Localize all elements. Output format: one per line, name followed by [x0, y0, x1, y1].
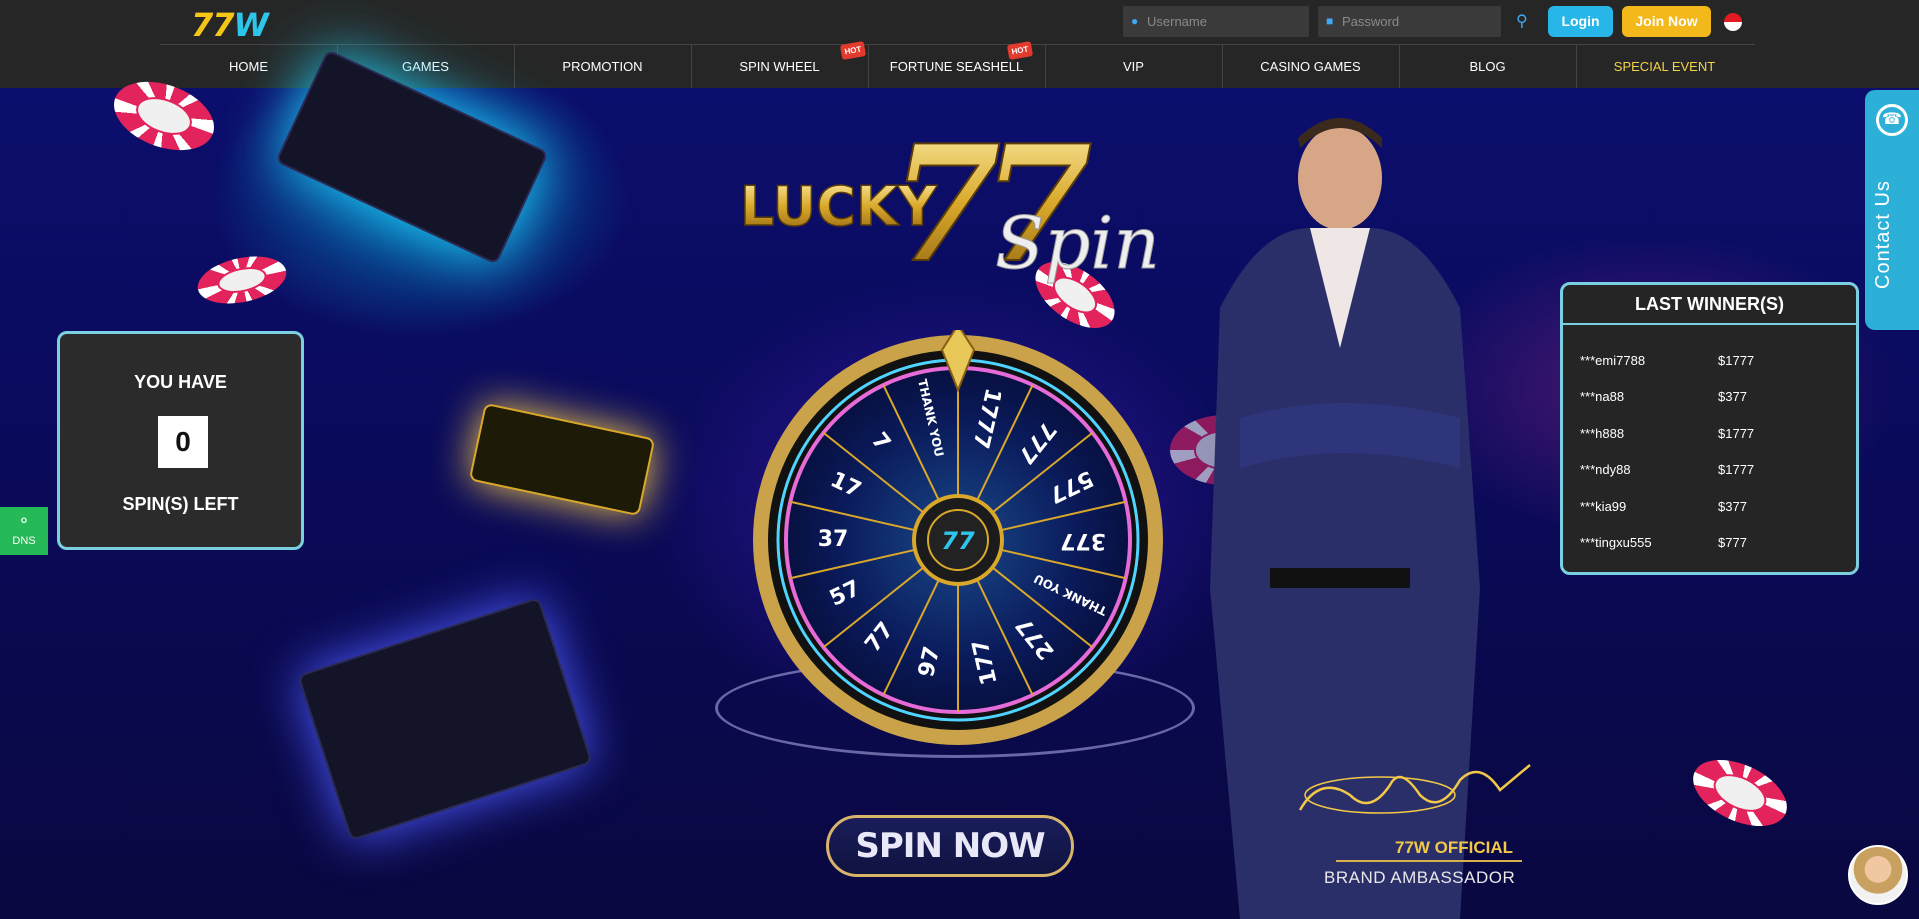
dns-label: DNS — [12, 535, 36, 547]
nav-casino-games[interactable]: CASINO GAMES — [1222, 45, 1400, 89]
winners-title: LAST WINNER(S) — [1563, 285, 1856, 325]
ambassador-signature — [1298, 764, 1531, 814]
title-spin-text: Spin — [995, 201, 1160, 285]
nav-vip[interactable]: VIP — [1045, 45, 1223, 89]
spins-label-top: YOU HAVE — [134, 372, 227, 392]
winner-name: ***emi7788 — [1580, 353, 1646, 368]
nav-blog[interactable]: BLOG — [1399, 45, 1577, 89]
live-chat-avatar[interactable] — [1848, 845, 1908, 905]
spins-count: 0 — [158, 416, 208, 468]
contact-us-label[interactable]: Contact Us — [1872, 160, 1912, 310]
nav-label: CASINO GAMES — [1260, 59, 1361, 74]
nav-spin-wheel[interactable]: SPIN WHEEL HOT — [691, 41, 869, 89]
wheel-hub-logo: 77 — [941, 527, 975, 555]
site-logo[interactable]: 77W — [191, 6, 269, 44]
ambassador-belt — [1270, 568, 1410, 588]
username-input[interactable]: ● Username — [1123, 6, 1309, 37]
wheel-segment-label: 377 — [1060, 528, 1106, 553]
username-placeholder: Username — [1147, 14, 1207, 29]
winner-amount: $1777 — [1718, 426, 1755, 441]
winner-amount: $377 — [1718, 499, 1747, 514]
logo-text: 77 — [191, 6, 235, 44]
winner-name: ***ndy88 — [1580, 462, 1631, 477]
winner-row: ***ndy88 $1777 — [1563, 460, 1856, 480]
nav-label: PROMOTION — [562, 59, 643, 74]
last-winners-panel: LAST WINNER(S) ***emi7788 $1777 ***na88 $3… — [1560, 282, 1859, 575]
ambassador-title: 77W OFFICIAL — [1395, 838, 1514, 857]
winner-name: ***kia99 — [1580, 499, 1627, 514]
language-flag-icon[interactable] — [1724, 13, 1742, 31]
whatsapp-icon[interactable]: ☎ — [1876, 104, 1908, 136]
nav-label: HOME — [229, 59, 268, 74]
ambassador-subtitle: BRAND AMBASSADOR — [1324, 868, 1516, 887]
nav-label: VIP — [1123, 59, 1144, 74]
spins-label-bottom: SPIN(S) LEFT — [122, 494, 239, 514]
nav-label: SPECIAL EVENT — [1613, 59, 1716, 74]
winner-name: ***na88 — [1580, 389, 1625, 404]
dns-unlock-tab[interactable]: ⚬ DNS — [0, 507, 48, 555]
spins-left-panel: YOU HAVE 0 SPIN(S) LEFT — [57, 331, 304, 550]
site-header: 77W ● Username ■ Password ⚲ Login Join N… — [0, 0, 1919, 89]
forgot-password-key-icon[interactable]: ⚲ — [1516, 11, 1528, 31]
spin-now-button[interactable]: SPIN NOW — [826, 815, 1074, 877]
nav-label: FORTUNE SEASHELL — [889, 59, 1024, 74]
user-icon: ● — [1131, 14, 1139, 28]
nav-label: BLOG — [1469, 59, 1506, 74]
nav-promotion[interactable]: PROMOTION — [514, 45, 692, 89]
lock-icon: ■ — [1326, 14, 1334, 28]
ambassador-head — [1298, 126, 1382, 230]
password-input[interactable]: ■ Password — [1318, 6, 1501, 37]
signature-loop — [1304, 776, 1456, 814]
winner-row: ***na88 $377 — [1563, 387, 1856, 407]
winner-row: ***tingxu555 $777 — [1563, 533, 1856, 553]
hot-badge: HOT — [1006, 41, 1034, 60]
winner-amount: $1777 — [1718, 353, 1755, 368]
winner-amount: $777 — [1718, 535, 1747, 550]
winner-amount: $377 — [1718, 389, 1747, 404]
join-now-button[interactable]: Join Now — [1622, 6, 1711, 37]
hot-badge: HOT — [839, 41, 867, 60]
winner-row: ***h888 $1777 — [1563, 424, 1856, 444]
winner-name: ***h888 — [1580, 426, 1625, 441]
nav-label: GAMES — [402, 59, 449, 74]
ambassador-divider — [1336, 860, 1522, 862]
password-placeholder: Password — [1342, 14, 1400, 29]
nav-special-event[interactable]: SPECIAL EVENT — [1576, 45, 1753, 89]
unlock-icon: ⚬ — [17, 513, 31, 530]
winner-row: ***kia99 $377 — [1563, 497, 1856, 517]
nav-label: SPIN WHEEL — [739, 59, 820, 74]
signature-stroke — [1298, 764, 1531, 811]
login-button[interactable]: Login — [1548, 6, 1613, 37]
lucky-77-spin-title: LUCKY 77 Spin — [740, 109, 1160, 290]
prize-wheel: 1777 777577377THANK YOU27717797775737177 T… — [753, 330, 1163, 745]
winner-name: ***tingxu555 — [1580, 535, 1652, 550]
nav-fortune-seashell[interactable]: FORTUNE SEASHELL HOT — [868, 41, 1046, 89]
winner-amount: $1777 — [1718, 462, 1755, 477]
wheel-segment-label: 37 — [818, 527, 849, 552]
winner-row: ***emi7788 $1777 — [1563, 351, 1856, 371]
logo-text-w: W — [233, 6, 269, 44]
